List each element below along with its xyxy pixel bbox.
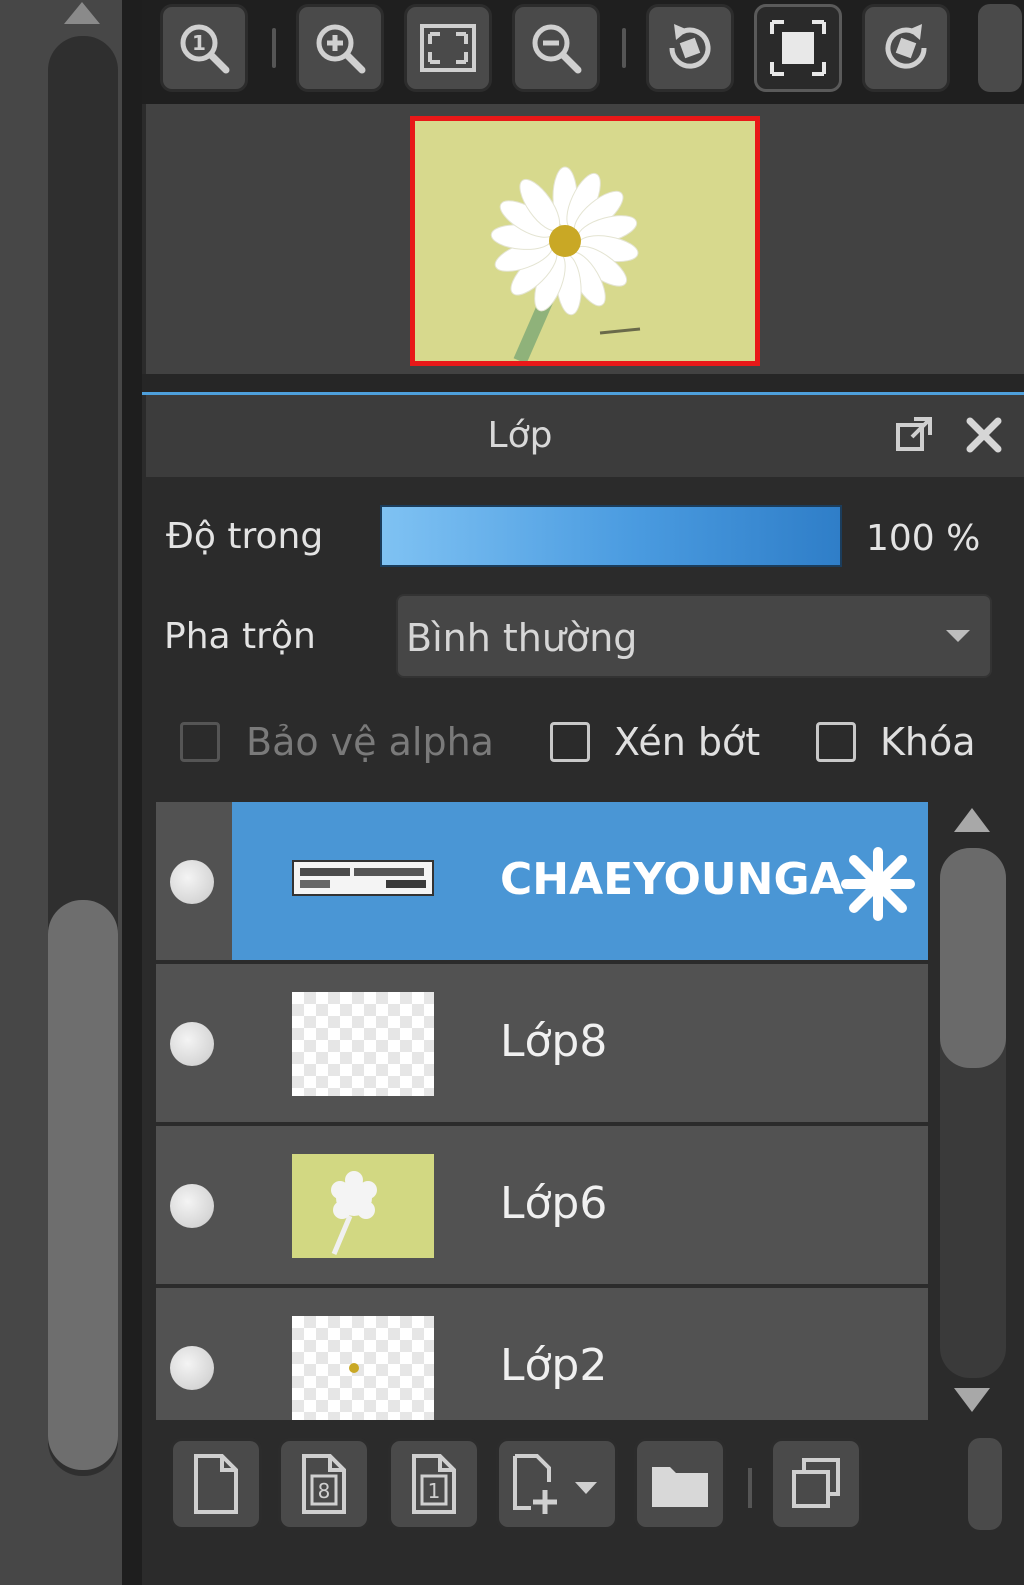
layer-row-chaeyounga[interactable]: CHAEYOUNGA	[156, 802, 928, 960]
canvas-thumbnail-daisy	[415, 121, 755, 361]
toolbar-separator	[748, 1468, 752, 1508]
navigator-footer	[142, 374, 1024, 392]
folder-icon	[652, 1467, 708, 1507]
add-layer-menu-button[interactable]	[496, 1438, 618, 1530]
layer-row-lop2[interactable]: Lớp2	[156, 1288, 928, 1420]
layer-list[interactable]: CHAEYOUNGA Lớp8 Lớp6 Lớp2	[156, 800, 928, 1420]
layer-panel-title: Lớp	[487, 415, 553, 456]
svg-text:1: 1	[428, 1479, 441, 1503]
zoom-in-icon	[316, 24, 366, 74]
lock-label: Khóa	[880, 720, 976, 764]
rotate-left-icon	[669, 24, 711, 69]
close-icon[interactable]	[962, 413, 1006, 457]
reset-rotation-icon	[770, 20, 826, 76]
visibility-toggle-icon[interactable]	[170, 1346, 214, 1390]
panel-divider	[122, 0, 142, 1585]
opacity-slider[interactable]	[380, 505, 842, 567]
new-page-icon	[194, 1454, 238, 1514]
toolbar-overflow[interactable]	[978, 4, 1022, 92]
layer-actions-toolbar: 8 1	[142, 1424, 1024, 1554]
reset-rotation-button[interactable]	[754, 4, 842, 92]
left-scrollbar[interactable]	[0, 0, 138, 1585]
layer-panel-header: Lớp	[146, 395, 1024, 477]
protect-alpha-label: Bảo vệ alpha	[246, 720, 494, 764]
new-8bit-layer-icon: 8	[302, 1454, 346, 1514]
layer-name: Lớp8	[500, 1016, 608, 1067]
svg-text:8: 8	[318, 1479, 331, 1503]
navigator-toolbar: 1	[142, 0, 1024, 104]
zoom-out-button[interactable]	[512, 4, 600, 92]
right-panel: 1 Lớp Độ trong 100 % Pha trộn Bình thườn…	[142, 0, 1024, 1585]
navigator-preview[interactable]	[146, 104, 1024, 374]
new-folder-button[interactable]	[634, 1438, 726, 1530]
visibility-toggle-icon[interactable]	[170, 1184, 214, 1228]
layer-thumbnail	[292, 992, 434, 1096]
panel-footer	[142, 1554, 1024, 1585]
blend-mode-label: Pha trộn	[164, 616, 316, 657]
layer-thumbnail	[292, 1316, 434, 1420]
rotate-right-button[interactable]	[862, 4, 950, 92]
chevron-down-icon	[946, 630, 970, 642]
new-1bit-layer-icon: 1	[412, 1454, 456, 1514]
visibility-toggle-icon[interactable]	[170, 1022, 214, 1066]
scroll-up-arrow-icon[interactable]	[954, 808, 990, 832]
navigator-view-frame[interactable]	[410, 116, 760, 366]
scroll-up-arrow-icon[interactable]	[64, 2, 100, 24]
toolbar-separator	[272, 28, 276, 68]
text-layer-thumbnail	[294, 862, 432, 894]
duplicate-layer-button[interactable]	[770, 1438, 862, 1530]
visibility-toggle-icon[interactable]	[170, 860, 214, 904]
blend-mode-select[interactable]: Bình thường	[396, 594, 992, 678]
float-panel-icon[interactable]	[892, 413, 936, 457]
zoom-actual-icon: 1	[180, 24, 230, 74]
layer-thumbnail	[292, 860, 434, 896]
scroll-down-arrow-icon[interactable]	[954, 1388, 990, 1412]
clipping-label: Xén bớt	[614, 720, 761, 764]
daisy-thumbnail	[292, 1154, 434, 1258]
toolbar-overflow[interactable]	[968, 1438, 1002, 1530]
blend-mode-value: Bình thường	[406, 616, 638, 660]
left-scroll-thumb[interactable]	[48, 900, 118, 1470]
layer-name: Lớp2	[500, 1340, 608, 1391]
new-1bit-layer-button[interactable]: 1	[388, 1438, 480, 1530]
fit-screen-icon	[420, 24, 476, 72]
layer-thumbnail	[292, 1154, 434, 1258]
snowflake-icon	[841, 847, 915, 921]
opacity-label: Độ trong	[166, 516, 324, 557]
layer-row-lop6[interactable]: Lớp6	[156, 1126, 928, 1284]
rotate-right-icon	[885, 24, 927, 69]
protect-alpha-checkbox[interactable]	[180, 722, 220, 762]
add-layer-icon	[513, 1454, 597, 1514]
layer-name: CHAEYOUNGA	[500, 854, 844, 905]
dot-thumbnail	[349, 1363, 359, 1373]
fit-screen-button[interactable]	[404, 4, 492, 92]
new-8bit-layer-button[interactable]: 8	[278, 1438, 370, 1530]
duplicate-icon	[792, 1458, 840, 1508]
layer-name: Lớp6	[500, 1178, 608, 1229]
lock-checkbox[interactable]	[816, 722, 856, 762]
zoom-in-button[interactable]	[296, 4, 384, 92]
new-layer-button[interactable]	[170, 1438, 262, 1530]
toolbar-separator	[622, 28, 626, 68]
clipping-checkbox[interactable]	[550, 722, 590, 762]
svg-text:1: 1	[192, 31, 206, 55]
zoom-actual-button[interactable]: 1	[160, 4, 248, 92]
layer-row-lop8[interactable]: Lớp8	[156, 964, 928, 1122]
opacity-value: 100 %	[866, 518, 981, 559]
zoom-out-icon	[532, 24, 582, 74]
layer-list-scroll-thumb[interactable]	[940, 848, 1006, 1068]
layer-list-scrollbar[interactable]	[930, 800, 1008, 1420]
rotate-left-button[interactable]	[646, 4, 734, 92]
